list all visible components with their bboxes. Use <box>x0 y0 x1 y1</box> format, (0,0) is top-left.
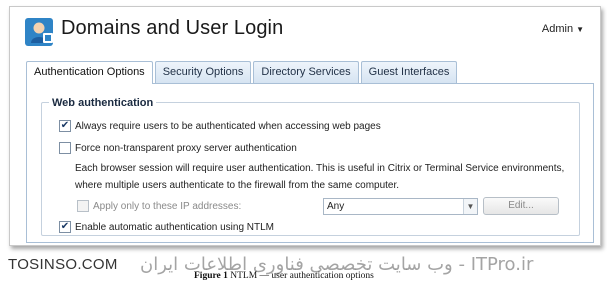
page-title: Domains and User Login <box>61 17 284 39</box>
chevron-down-icon: ▼ <box>463 199 477 214</box>
admin-label: Admin <box>541 23 574 35</box>
figure-caption: Figure 1 NTLM — user authentication opti… <box>194 271 374 281</box>
site-caption: TOSINSO.COM <box>8 256 118 273</box>
ip-select-value: Any <box>327 201 345 212</box>
ntlm-label: Enable automatic authentication using NT… <box>75 221 275 233</box>
always-require-row[interactable]: ✔ Always require users to be authenticat… <box>59 120 381 132</box>
web-auth-group-title: Web authentication <box>49 97 157 109</box>
figure-text: NTLM — user authentication options <box>230 271 374 281</box>
description-line-2: where multiple users authenticate to the… <box>75 180 400 191</box>
tab-bar: Authentication Options Security Options … <box>26 61 459 84</box>
tab-directory-services[interactable]: Directory Services <box>253 61 359 83</box>
tab-panel: Web authentication ✔ Always require user… <box>26 83 594 243</box>
tab-security-options[interactable]: Security Options <box>154 61 252 83</box>
tab-guest-interfaces[interactable]: Guest Interfaces <box>360 61 458 83</box>
caret-down-icon: ▼ <box>576 24 584 34</box>
ip-address-select[interactable]: Any ▼ <box>323 198 478 215</box>
force-proxy-label: Force non-transparent proxy server authe… <box>75 142 297 154</box>
description-line-1: Each browser session will require user a… <box>75 163 565 174</box>
edit-button[interactable]: Edit... <box>483 197 559 215</box>
admin-menu[interactable]: Admin ▼ <box>542 23 584 35</box>
force-proxy-checkbox[interactable] <box>59 142 71 154</box>
apply-ip-checkbox[interactable] <box>77 200 89 212</box>
always-require-checkbox[interactable]: ✔ <box>59 120 71 132</box>
always-require-label: Always require users to be authenticated… <box>75 120 381 132</box>
ntlm-row[interactable]: ✔ Enable automatic authentication using … <box>59 221 274 233</box>
window-frame: Domains and User Login Admin ▼ Authentic… <box>9 6 601 246</box>
ntlm-checkbox[interactable]: ✔ <box>59 221 71 233</box>
force-proxy-row[interactable]: Force non-transparent proxy server authe… <box>59 142 297 154</box>
page-header: Domains and User Login Admin ▼ <box>10 7 600 57</box>
figure-label: Figure 1 <box>194 271 228 281</box>
tab-authentication-options[interactable]: Authentication Options <box>26 61 153 84</box>
user-login-icon <box>25 18 53 46</box>
apply-ip-row: Apply only to these IP addresses: <box>77 200 241 212</box>
apply-ip-label: Apply only to these IP addresses: <box>93 200 242 212</box>
